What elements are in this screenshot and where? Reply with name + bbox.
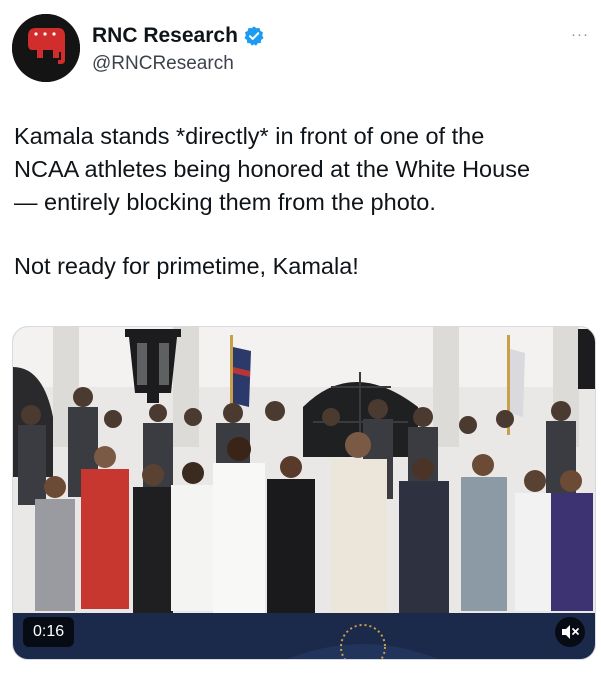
elephant-logo-icon xyxy=(12,14,80,82)
handle[interactable]: @RNCResearch xyxy=(92,53,265,75)
tweet-text: Kamala stands *directly* in front of one… xyxy=(14,120,589,283)
video-timestamp: 0:16 xyxy=(23,617,75,647)
tweet-line: Kamala stands *directly* in front of one… xyxy=(14,123,485,149)
tweet-header: RNC Research @RNCResearch ··· xyxy=(12,14,589,86)
video-player[interactable]: 0:16 xyxy=(12,326,596,660)
tweet-closing-line: Not ready for primetime, Kamala! xyxy=(14,253,359,279)
display-name-row: RNC Research xyxy=(92,22,265,50)
display-name[interactable]: RNC Research xyxy=(92,24,238,48)
avatar[interactable] xyxy=(12,14,80,82)
verified-badge-icon xyxy=(244,26,264,46)
tweet-line: — entirely blocking them from the photo. xyxy=(14,189,436,215)
speaker-muted-icon[interactable] xyxy=(555,617,585,647)
more-options-icon[interactable]: ··· xyxy=(571,26,589,43)
author-names: RNC Research @RNCResearch xyxy=(92,22,265,75)
speaker-muted-glyph xyxy=(562,625,579,639)
tweet-line: NCAA athletes being honored at the White… xyxy=(14,156,531,182)
video-frame xyxy=(13,327,595,659)
